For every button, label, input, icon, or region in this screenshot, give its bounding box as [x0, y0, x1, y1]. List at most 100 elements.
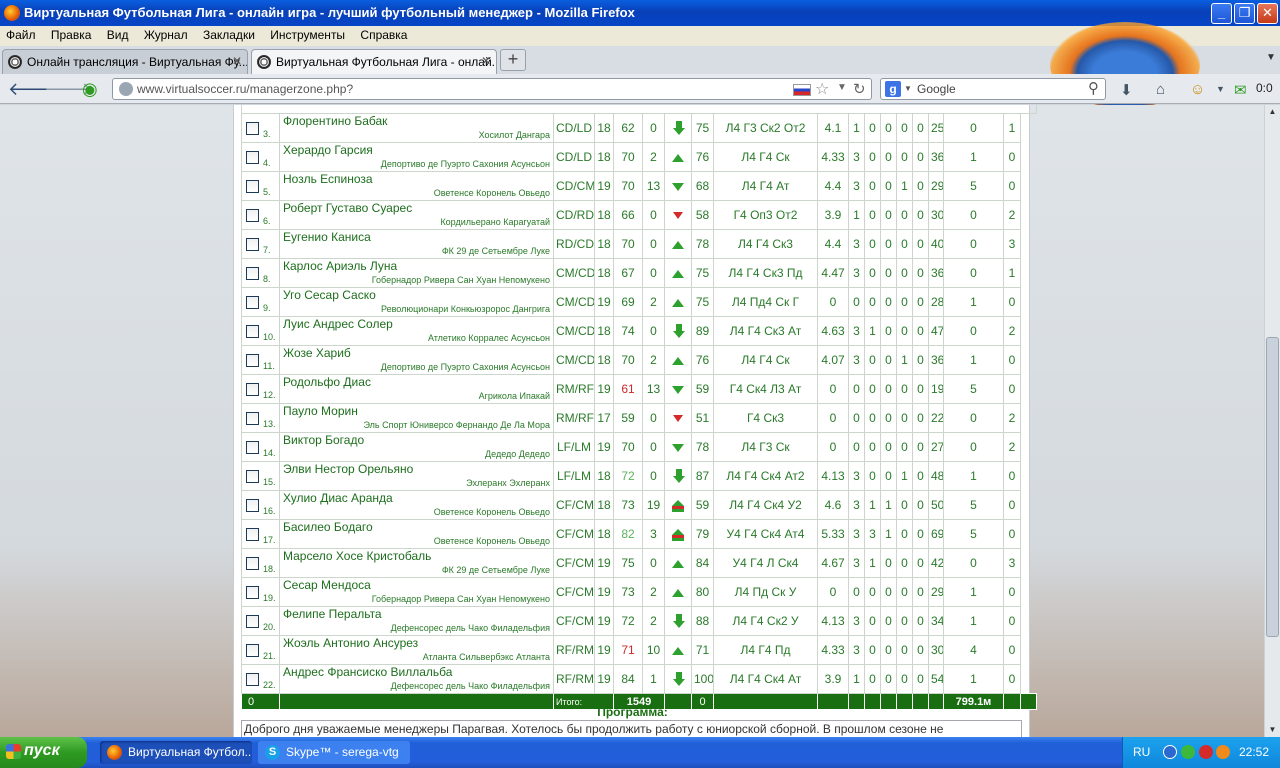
start-button[interactable]: пуск	[0, 737, 87, 768]
address-bar[interactable]: www.virtualsoccer.ru/managerzone.php? ☆ …	[112, 78, 872, 100]
page-scrollbar[interactable]: ▲ ▼	[1264, 105, 1280, 737]
bookmark-star-icon[interactable]: ☆	[815, 79, 829, 99]
player-checkbox[interactable]	[246, 383, 259, 397]
scroll-up-icon[interactable]: ▲	[1266, 105, 1279, 119]
player-name-link[interactable]: Виктор Богадо	[283, 434, 550, 448]
program-text: Доброго дня уважаемые менеджеры Парагвая…	[241, 720, 1022, 737]
player-checkbox[interactable]	[246, 354, 259, 368]
menu-tools[interactable]: Инструменты	[264, 26, 351, 44]
google-icon[interactable]: g	[885, 81, 901, 97]
tab-list-icon[interactable]: ▼	[1266, 52, 1276, 63]
maximize-button[interactable]: ❐	[1234, 3, 1255, 24]
scroll-down-icon[interactable]: ▼	[1266, 723, 1279, 737]
menu-edit[interactable]: Правка	[45, 26, 98, 44]
download-icon[interactable]: ⬇	[1120, 81, 1133, 99]
tab-broadcast[interactable]: Онлайн трансляция - Виртуальная Фу... ✕	[2, 49, 248, 74]
tray-arrow-icon[interactable]	[1163, 745, 1177, 759]
player-name-link[interactable]: Роберт Густаво Суарес	[283, 202, 550, 216]
player-name-link[interactable]: Андрес Франсиско Виллальба	[283, 666, 550, 680]
tab-managerzone[interactable]: Виртуальная Футбольная Лига - онлай... ✕	[251, 49, 497, 74]
player-checkbox[interactable]	[246, 325, 259, 339]
player-name-link[interactable]: Нозль Еспиноза	[283, 173, 550, 187]
addon-dropdown-icon[interactable]: ▼	[1216, 84, 1225, 94]
close-tab-icon[interactable]: ✕	[481, 54, 491, 68]
cell-c: 0	[880, 635, 897, 665]
search-box[interactable]: g ▼ Google ⚲	[880, 78, 1106, 100]
cell-skills: Л4 Г4 Ск3	[713, 229, 818, 259]
menu-view[interactable]: Вид	[101, 26, 135, 44]
mail-checker-icon[interactable]: ✉	[1234, 81, 1247, 99]
player-checkbox[interactable]	[246, 470, 259, 484]
tray-security-icon[interactable]	[1181, 745, 1195, 759]
player-checkbox[interactable]	[246, 673, 259, 687]
player-name-link[interactable]: Херардо Гарсия	[283, 144, 550, 158]
player-checkbox[interactable]	[246, 267, 259, 281]
player-name-link[interactable]: Элви Нестор Орельяно	[283, 463, 550, 477]
player-checkbox[interactable]	[246, 499, 259, 513]
player-name-cell: Жоэль Антонио Ансурез Атланта Сильвербэкс…	[279, 635, 554, 665]
player-name-link[interactable]: Сесар Мендоса	[283, 579, 550, 593]
select-cell: 19.	[241, 577, 280, 607]
player-checkbox[interactable]	[246, 209, 259, 223]
cell-a: 0	[848, 577, 865, 607]
player-club: Гобернадор Ривера Сан Хуан Непомукено	[371, 275, 550, 285]
cell-price: 50 756к	[928, 490, 944, 520]
player-checkbox[interactable]	[246, 615, 259, 629]
player-name-link[interactable]: Басилео Бодаго	[283, 521, 550, 535]
minimize-button[interactable]: _	[1211, 3, 1232, 24]
history-dropdown-icon[interactable]: ▼	[837, 82, 847, 93]
player-checkbox[interactable]	[246, 557, 259, 571]
row-number: 20.	[263, 621, 276, 632]
cell-str: 66	[613, 200, 643, 230]
player-name-link[interactable]: Еугенио Каниса	[283, 231, 550, 245]
reload-icon[interactable]: ◉	[82, 79, 98, 100]
player-name-link[interactable]: Карлос Ариэль Луна	[283, 260, 550, 274]
taskbar-skype[interactable]: S Skype™ - serega-vtg	[258, 741, 410, 764]
language-indicator[interactable]: RU	[1133, 745, 1150, 759]
player-name-link[interactable]: Фелипе Перальта	[283, 608, 550, 622]
player-checkbox[interactable]	[246, 238, 259, 252]
player-name-link[interactable]: Жоэль Антонио Ансурез	[283, 637, 550, 651]
player-name-link[interactable]: Родольфо Диас	[283, 376, 550, 390]
player-name-link[interactable]: Флорентино Бабак	[283, 115, 550, 129]
player-checkbox[interactable]	[246, 122, 259, 136]
cell-g: 0	[1003, 490, 1021, 520]
player-checkbox[interactable]	[246, 586, 259, 600]
player-checkbox[interactable]	[246, 528, 259, 542]
player-name-link[interactable]: Пауло Морин	[283, 405, 550, 419]
site-identity-icon[interactable]	[119, 82, 133, 96]
menu-help[interactable]: Справка	[354, 26, 413, 44]
tray-opera-icon[interactable]	[1199, 745, 1213, 759]
player-name-link[interactable]: Жозе Хариб	[283, 347, 550, 361]
menu-bookmarks[interactable]: Закладки	[197, 26, 261, 44]
cell-val: 51	[691, 403, 714, 433]
taskbar-firefox[interactable]: Виртуальная Футбол...	[100, 741, 252, 764]
player-checkbox[interactable]	[246, 412, 259, 426]
tray-app-icon[interactable]	[1216, 745, 1230, 759]
player-name-link[interactable]: Марсело Хосе Кристобаль	[283, 550, 550, 564]
player-checkbox[interactable]	[246, 441, 259, 455]
player-name-link[interactable]: Луис Андрес Солер	[283, 318, 550, 332]
search-icon[interactable]: ⚲	[1088, 79, 1099, 97]
home-icon[interactable]: ⌂	[1156, 81, 1165, 98]
close-tab-icon[interactable]: ✕	[232, 54, 242, 68]
menu-file[interactable]: Файл	[0, 26, 42, 44]
cell-s2: 0	[642, 316, 665, 346]
cell-skills: Л4 Г4 Ск4 Ат	[713, 664, 818, 694]
player-checkbox[interactable]	[246, 151, 259, 165]
engine-dropdown-icon[interactable]: ▼	[904, 84, 912, 93]
menu-history[interactable]: Журнал	[138, 26, 194, 44]
player-checkbox[interactable]	[246, 644, 259, 658]
scroll-thumb[interactable]	[1266, 337, 1279, 637]
addon-face-icon[interactable]: ☺	[1190, 81, 1205, 98]
refresh-icon[interactable]: ↻	[853, 80, 866, 98]
player-name-link[interactable]: Уго Сесар Саско	[283, 289, 550, 303]
close-button[interactable]: ✕	[1257, 3, 1278, 24]
player-checkbox[interactable]	[246, 296, 259, 310]
player-name-link[interactable]: Хулио Диас Аранда	[283, 492, 550, 506]
search-placeholder[interactable]: Google	[917, 82, 956, 96]
new-tab-button[interactable]: +	[500, 49, 526, 71]
address-url[interactable]: www.virtualsoccer.ru/managerzone.php?	[137, 82, 353, 96]
cell-b: 0	[864, 345, 881, 375]
player-checkbox[interactable]	[246, 180, 259, 194]
